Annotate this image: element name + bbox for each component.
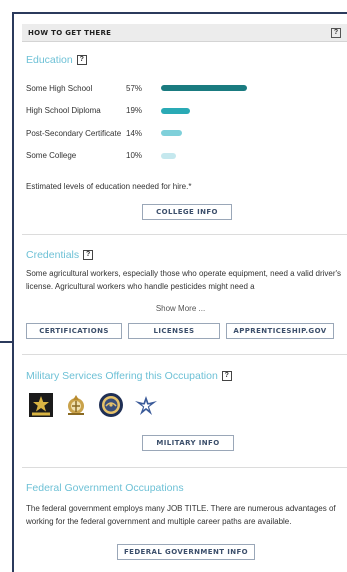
licenses-button[interactable]: LICENSES bbox=[128, 323, 220, 339]
education-title: Education bbox=[26, 54, 73, 66]
federal-text: The federal government employs many JOB … bbox=[26, 504, 336, 526]
education-row-percent: 14% bbox=[126, 128, 143, 138]
show-more-link[interactable]: Show More ... bbox=[14, 304, 347, 313]
apprenticeship-gov-button[interactable]: APPRENTICESHIP.GOV bbox=[226, 323, 334, 339]
section-divider bbox=[22, 467, 347, 468]
military-section-title: Military Services Offering this Occupati… bbox=[26, 370, 232, 382]
education-row-label: Some High School bbox=[26, 83, 93, 93]
education-row-percent: 10% bbox=[126, 151, 143, 160]
federal-title: Federal Government Occupations bbox=[26, 482, 184, 494]
education-row-label: Some College bbox=[26, 151, 77, 160]
military-title: Military Services Offering this Occupati… bbox=[26, 370, 218, 382]
education-row: Some College 10% bbox=[26, 149, 176, 163]
credentials-help-icon[interactable]: ? bbox=[83, 250, 94, 260]
education-row-label: High School Diploma bbox=[26, 106, 101, 115]
education-row-percent: 57% bbox=[126, 83, 143, 93]
education-row: Some High School 57% bbox=[26, 81, 247, 95]
panel-title: HOW TO GET THERE bbox=[28, 28, 112, 37]
education-row: High School Diploma 19% bbox=[26, 104, 190, 118]
education-bar bbox=[161, 130, 182, 136]
military-info-button[interactable]: MILITARY INFO bbox=[142, 435, 234, 451]
education-help-icon[interactable]: ? bbox=[76, 55, 87, 65]
credentials-text: Some agricultural workers, especially th… bbox=[26, 269, 342, 291]
education-note: Estimated levels of education needed for… bbox=[26, 182, 192, 191]
army-icon[interactable] bbox=[28, 392, 54, 418]
federal-government-info-button[interactable]: FEDERAL GOVERNMENT INFO bbox=[117, 544, 255, 560]
section-divider bbox=[22, 354, 347, 355]
military-help-icon[interactable]: ? bbox=[221, 371, 232, 381]
frame-connector-line bbox=[0, 341, 14, 343]
education-bar bbox=[161, 85, 247, 91]
college-info-button[interactable]: COLLEGE INFO bbox=[142, 204, 232, 220]
education-row-percent: 19% bbox=[126, 106, 143, 115]
federal-section-title: Federal Government Occupations bbox=[26, 482, 184, 494]
panel-header: HOW TO GET THERE ? bbox=[22, 24, 347, 42]
credentials-section-title: Credentials ? bbox=[26, 249, 94, 261]
education-bar bbox=[161, 152, 176, 159]
air-force-icon[interactable] bbox=[133, 392, 159, 418]
how-to-get-there-panel: HOW TO GET THERE ? Education ? Some High… bbox=[14, 14, 347, 572]
education-bar bbox=[161, 107, 190, 114]
military-branch-icons bbox=[28, 392, 159, 418]
header-help-icon[interactable]: ? bbox=[331, 27, 341, 38]
education-row-label: Post-Secondary Certificate bbox=[26, 128, 122, 138]
certifications-button[interactable]: CERTIFICATIONS bbox=[26, 323, 122, 339]
education-section-title: Education ? bbox=[26, 54, 87, 66]
section-divider bbox=[22, 234, 347, 235]
navy-icon[interactable] bbox=[98, 392, 124, 418]
marines-icon[interactable] bbox=[63, 392, 89, 418]
education-row: Post-Secondary Certificate 14% bbox=[26, 126, 182, 140]
credentials-title: Credentials bbox=[26, 249, 80, 261]
